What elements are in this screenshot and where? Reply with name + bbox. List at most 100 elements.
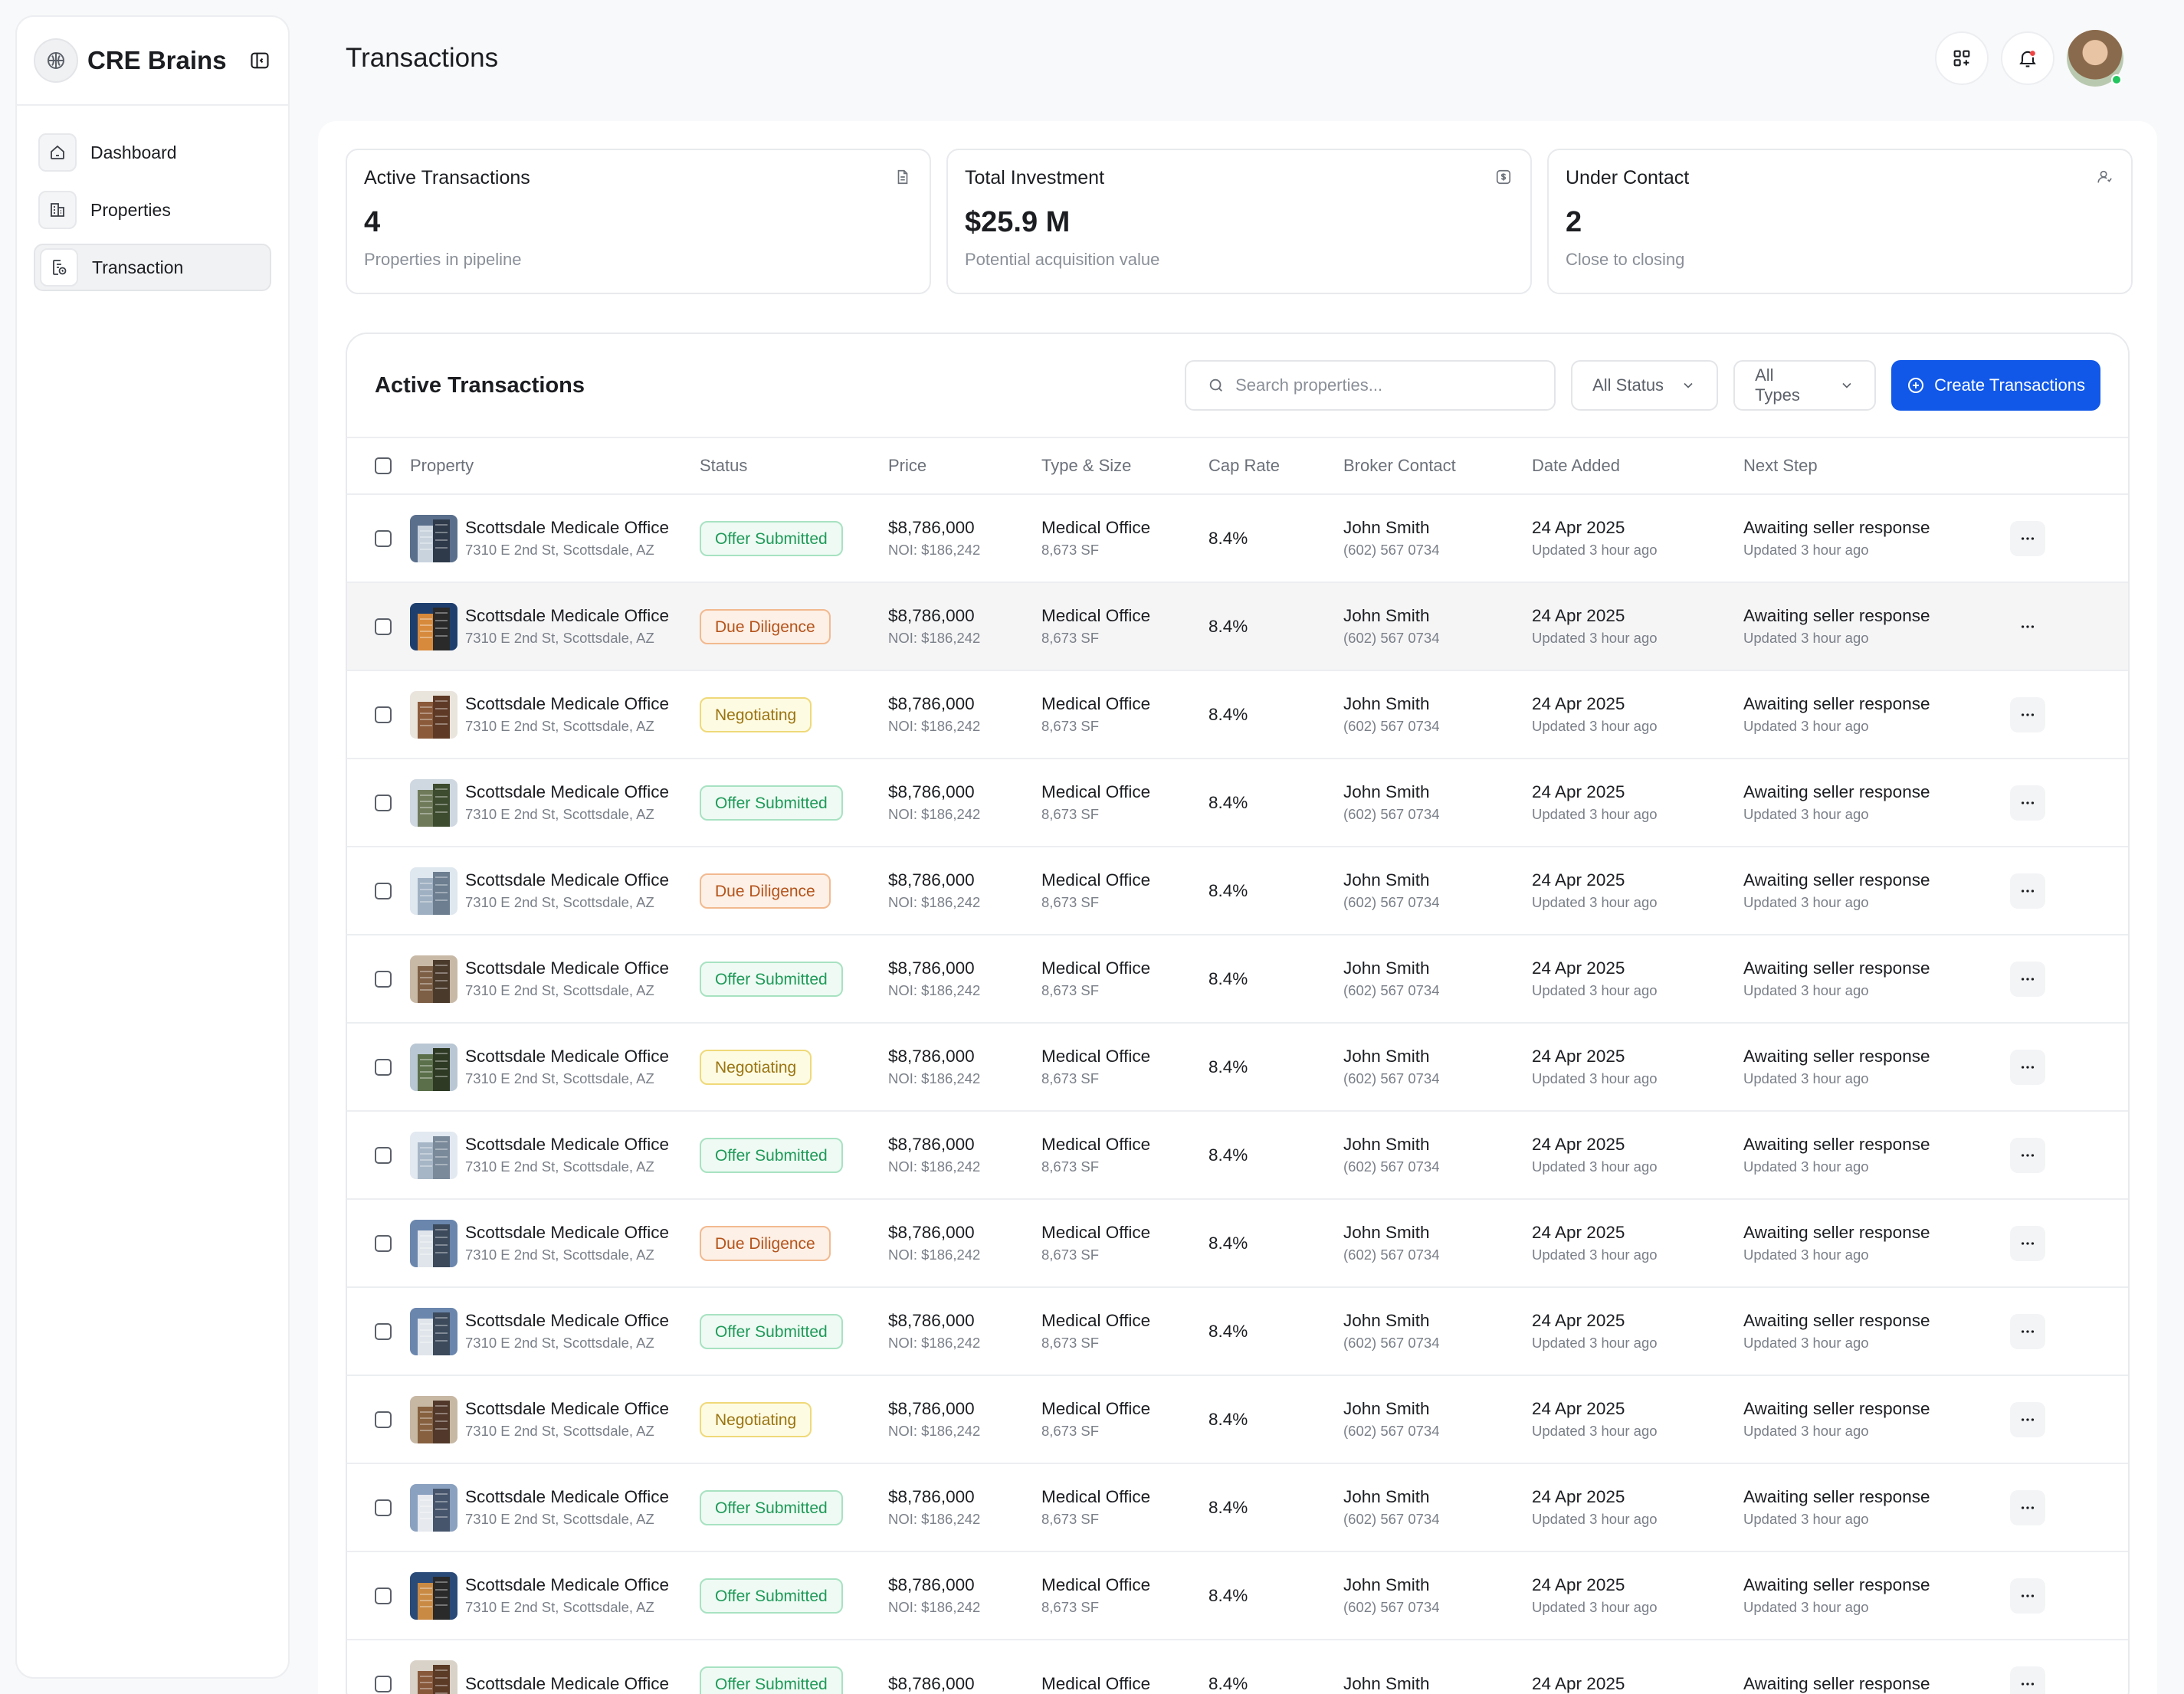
property-name[interactable]: Scottsdale Medicale Office (465, 1309, 669, 1332)
row-checkbox[interactable] (375, 1234, 392, 1252)
more-actions-button[interactable] (2010, 1225, 2045, 1261)
row-checkbox[interactable] (375, 882, 392, 899)
property-name[interactable]: Scottsdale Medicale Office (465, 957, 669, 980)
row-checkbox[interactable] (375, 1322, 392, 1340)
column-header-broker-contact[interactable]: Broker Contact (1343, 438, 1456, 493)
property-name[interactable]: Scottsdale Medicale Office (465, 1486, 669, 1509)
property-size: 8,673 SF (1041, 1598, 1100, 1615)
table-row[interactable]: Scottsdale Medicale Office 7310 E 2nd St… (347, 495, 2128, 583)
sidebar-collapse-icon[interactable] (248, 49, 271, 72)
more-actions-button[interactable] (2010, 1313, 2045, 1349)
more-actions-button[interactable] (2010, 1137, 2045, 1173)
broker-cell: John Smith (602) 567 0734 (1343, 1464, 1440, 1551)
table-row[interactable]: Scottsdale Medicale Office Offer Submitt… (347, 1640, 2128, 1694)
row-checkbox[interactable] (375, 1499, 392, 1516)
property-size: 8,673 SF (1041, 1334, 1100, 1351)
property-address: 7310 E 2nd St, Scottsdale, AZ (465, 1246, 654, 1263)
next-step-updated: Updated 3 hour ago (1743, 893, 1869, 910)
more-actions-button[interactable] (2010, 520, 2045, 556)
table-row[interactable]: Scottsdale Medicale Office 7310 E 2nd St… (347, 1024, 2128, 1112)
property-thumbnail (410, 602, 457, 650)
column-header-property[interactable]: Property (410, 438, 474, 493)
column-header-date-added[interactable]: Date Added (1532, 438, 1620, 493)
row-checkbox[interactable] (375, 970, 392, 988)
property-name[interactable]: Scottsdale Medicale Office (465, 693, 669, 716)
more-actions-button[interactable] (2010, 873, 2045, 909)
property-name[interactable]: Scottsdale Medicale Office (465, 1221, 669, 1244)
more-horizontal-icon (2021, 889, 2035, 893)
status-badge: Offer Submitted (700, 1666, 843, 1694)
add-widget-button[interactable] (1935, 31, 1989, 85)
property-name[interactable]: Scottsdale Medicale Office (465, 516, 669, 539)
type-size-cell: Medical Office 8,673 SF (1041, 1200, 1150, 1286)
table-row[interactable]: Scottsdale Medicale Office 7310 E 2nd St… (347, 583, 2128, 671)
column-header-cap-rate[interactable]: Cap Rate (1208, 438, 1280, 493)
price-cell: $8,786,000 NOI: $186,242 (888, 935, 980, 1022)
row-checkbox[interactable] (375, 529, 392, 547)
property-name[interactable]: Scottsdale Medicale Office (465, 1673, 669, 1694)
search-input[interactable] (1235, 375, 1533, 395)
row-checkbox[interactable] (375, 1675, 392, 1692)
sidebar-item-dashboard[interactable]: Dashboard (34, 129, 271, 176)
row-checkbox[interactable] (375, 706, 392, 723)
cap-rate-cell: 8.4% (1208, 847, 1248, 934)
property-name[interactable]: Scottsdale Medicale Office (465, 1133, 669, 1156)
status-filter-select[interactable]: All Status (1571, 360, 1719, 411)
row-select-cell (375, 1552, 392, 1639)
select-all-checkbox[interactable] (375, 457, 392, 474)
row-checkbox[interactable] (375, 1146, 392, 1164)
sidebar-item-transaction[interactable]: Transaction (34, 244, 271, 291)
notifications-button[interactable] (2001, 31, 2054, 85)
table-row[interactable]: Scottsdale Medicale Office 7310 E 2nd St… (347, 759, 2128, 847)
column-header-price[interactable]: Price (888, 438, 926, 493)
type-filter-select[interactable]: All Types (1733, 360, 1877, 411)
more-actions-button[interactable] (2010, 609, 2045, 644)
table-row[interactable]: Scottsdale Medicale Office 7310 E 2nd St… (347, 935, 2128, 1024)
table-row[interactable]: Scottsdale Medicale Office 7310 E 2nd St… (347, 1552, 2128, 1640)
cap-rate-value: 8.4% (1208, 1145, 1248, 1165)
row-checkbox[interactable] (375, 1587, 392, 1604)
price-cell: $8,786,000 NOI: $186,242 (888, 1288, 980, 1375)
sidebar-item-properties[interactable]: Properties (34, 186, 271, 234)
row-checkbox[interactable] (375, 1411, 392, 1428)
broker-phone: (602) 567 0734 (1343, 629, 1440, 646)
property-name[interactable]: Scottsdale Medicale Office (465, 1045, 669, 1068)
create-transactions-button[interactable]: Create Transactions (1891, 360, 2100, 411)
property-type: Medical Office (1041, 1046, 1151, 1066)
row-checkbox[interactable] (375, 794, 392, 811)
more-actions-button[interactable] (2010, 696, 2045, 732)
property-name[interactable]: Scottsdale Medicale Office (465, 781, 669, 804)
more-actions-button[interactable] (2010, 1049, 2045, 1085)
more-actions-button[interactable] (2010, 1401, 2045, 1437)
property-name[interactable]: Scottsdale Medicale Office (465, 1397, 669, 1420)
table-row[interactable]: Scottsdale Medicale Office 7310 E 2nd St… (347, 671, 2128, 759)
more-actions-button[interactable] (2010, 1578, 2045, 1614)
property-address: 7310 E 2nd St, Scottsdale, AZ (465, 1598, 654, 1615)
avatar[interactable] (2067, 30, 2123, 87)
table-row[interactable]: Scottsdale Medicale Office 7310 E 2nd St… (347, 847, 2128, 935)
more-actions-button[interactable] (2010, 1489, 2045, 1525)
more-actions-button[interactable] (2010, 961, 2045, 997)
next-step-cell: Awaiting seller response Updated 3 hour … (1743, 671, 1930, 758)
status-cell: Offer Submitted (700, 759, 843, 846)
property-text: Scottsdale Medicale Office 7310 E 2nd St… (465, 1574, 669, 1618)
property-name[interactable]: Scottsdale Medicale Office (465, 605, 669, 627)
more-actions-button[interactable] (2010, 785, 2045, 821)
stat-title: Under Contact (1566, 167, 1690, 188)
table-row[interactable]: Scottsdale Medicale Office 7310 E 2nd St… (347, 1288, 2128, 1376)
more-actions-button[interactable] (2010, 1666, 2045, 1694)
property-name[interactable]: Scottsdale Medicale Office (465, 1574, 669, 1597)
column-header-type-size[interactable]: Type & Size (1041, 438, 1131, 493)
column-header-next-step[interactable]: Next Step (1743, 438, 1818, 493)
row-checkbox[interactable] (375, 1058, 392, 1076)
table-row[interactable]: Scottsdale Medicale Office 7310 E 2nd St… (347, 1376, 2128, 1464)
sidebar-item-label: Dashboard (90, 142, 177, 162)
search-box[interactable] (1185, 360, 1556, 411)
property-text: Scottsdale Medicale Office 7310 E 2nd St… (465, 1221, 669, 1266)
table-row[interactable]: Scottsdale Medicale Office 7310 E 2nd St… (347, 1112, 2128, 1200)
column-header-status[interactable]: Status (700, 438, 747, 493)
table-row[interactable]: Scottsdale Medicale Office 7310 E 2nd St… (347, 1464, 2128, 1552)
table-row[interactable]: Scottsdale Medicale Office 7310 E 2nd St… (347, 1200, 2128, 1288)
row-checkbox[interactable] (375, 618, 392, 635)
property-name[interactable]: Scottsdale Medicale Office (465, 869, 669, 892)
